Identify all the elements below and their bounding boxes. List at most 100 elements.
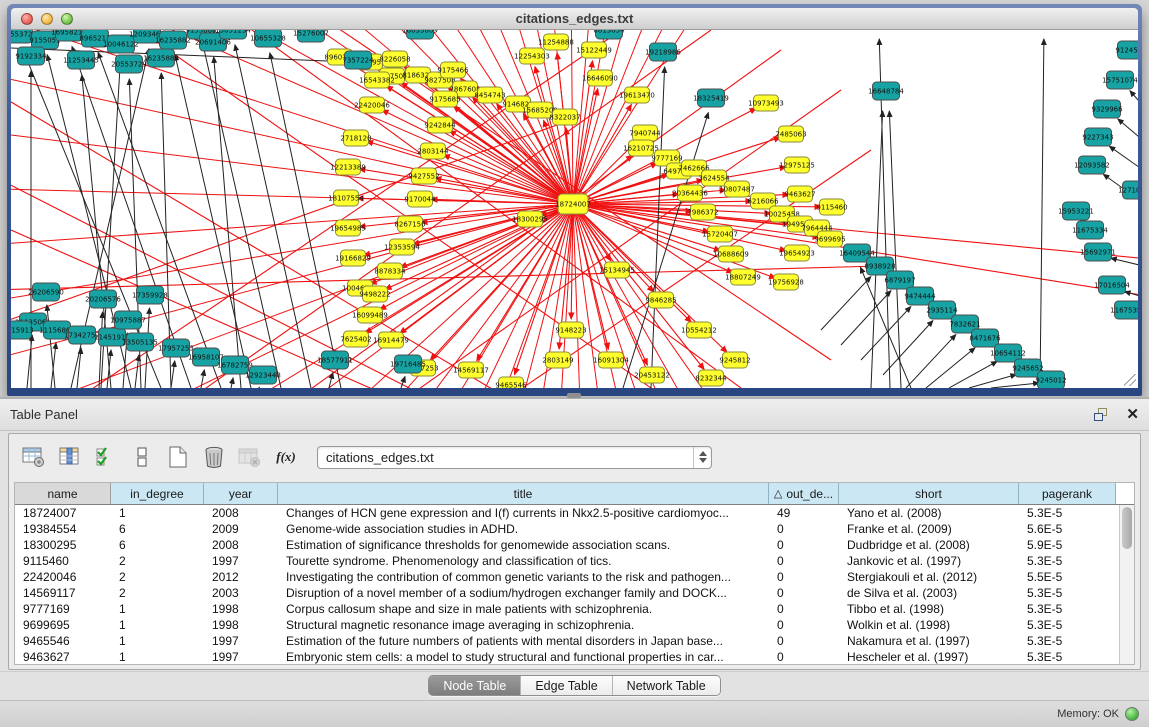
column-header-year[interactable]: year — [204, 483, 278, 504]
graph-node[interactable]: 7940744 — [629, 125, 661, 141]
graph-node[interactable]: 19716485 — [390, 355, 426, 373]
graph-node[interactable]: 18577911 — [317, 351, 353, 369]
graph-node[interactable]: 12254303 — [514, 48, 550, 64]
graph-node[interactable]: 16033809 — [402, 30, 438, 39]
graph-node[interactable]: 8232344 — [695, 370, 727, 386]
graph-node[interactable]: 15953221 — [1058, 202, 1094, 220]
graph-node[interactable]: 18300295 — [512, 211, 548, 227]
graph-node[interactable]: 15751074 — [1102, 71, 1138, 89]
graph-node[interactable]: 18807249 — [725, 269, 761, 285]
graph-node[interactable]: 19166829 — [335, 250, 371, 266]
delete-table-icon[interactable] — [199, 442, 229, 472]
table-row[interactable]: 969969511998Structural magnetic resonanc… — [15, 617, 1134, 633]
graph-node[interactable]: 3915913 — [11, 321, 34, 339]
graph-node[interactable]: 16914479 — [373, 332, 409, 348]
column-header-out_de[interactable]: △out_de... — [769, 483, 839, 504]
graph-node[interactable]: 9245012 — [1035, 371, 1066, 388]
graph-node[interactable]: 8226058 — [379, 51, 410, 67]
graph-node[interactable]: 7986372 — [687, 204, 718, 220]
graph-node[interactable]: 19654923 — [779, 245, 815, 261]
graph-node[interactable]: 8322037 — [549, 109, 580, 125]
graph-node[interactable]: 20453122 — [634, 367, 670, 383]
graph-node[interactable]: 7485063 — [775, 126, 806, 142]
graph-node[interactable]: 7357224 — [342, 51, 374, 69]
column-header-pagerank[interactable]: pagerank — [1019, 483, 1116, 504]
table-row[interactable]: 977716911998Corpus callosum shape and si… — [15, 601, 1134, 617]
graph-node[interactable]: 9175685 — [429, 91, 460, 107]
graph-node[interactable]: 11675334 — [1072, 221, 1108, 239]
graph-node[interactable]: 11675355 — [1110, 301, 1138, 319]
scrollbar-thumb[interactable] — [1122, 507, 1132, 549]
graph-node[interactable]: 12093582 — [1074, 156, 1110, 174]
graph-node[interactable]: 12710354 — [1118, 181, 1138, 199]
table-row[interactable]: 2242004622012Investigating the contribut… — [15, 569, 1134, 585]
graph-node[interactable]: 19654985 — [330, 220, 366, 236]
graph-node[interactable]: 20206576 — [85, 290, 121, 308]
divider-grip-icon[interactable] — [567, 393, 581, 398]
graph-node[interactable]: 18107554 — [328, 190, 364, 206]
graph-node[interactable]: 17016504 — [1094, 276, 1130, 294]
minimize-window-icon[interactable] — [41, 13, 53, 25]
table-select-dropdown[interactable]: citations_edges.txt — [317, 446, 712, 469]
tab-network-table[interactable]: Network Table — [613, 676, 720, 695]
column-visibility-icon[interactable] — [55, 442, 85, 472]
tab-node-table[interactable]: Node Table — [429, 676, 521, 695]
window-titlebar[interactable]: citations_edges.txt — [11, 8, 1138, 30]
graph-node[interactable]: 8267150 — [394, 216, 425, 232]
graph-node[interactable]: 19756928 — [768, 274, 804, 290]
graph-node[interactable]: 9115460 — [816, 199, 847, 215]
graph-node[interactable]: 10688609 — [713, 246, 749, 262]
graph-node[interactable]: 9329966 — [1091, 100, 1123, 118]
function-builder-icon[interactable]: f(x) — [271, 442, 301, 472]
graph-node[interactable]: 14569117 — [453, 362, 489, 378]
network-canvas[interactable]: 1221338918107554196549851916682910046728… — [11, 30, 1138, 388]
graph-node[interactable]: 9846285 — [645, 292, 676, 308]
table-settings-icon[interactable] — [19, 442, 49, 472]
tab-edge-table[interactable]: Edge Table — [521, 676, 612, 695]
graph-node[interactable]: 15122449 — [576, 42, 612, 58]
select-columns-icon[interactable] — [91, 442, 121, 472]
graph-node[interactable]: 12353594 — [384, 239, 420, 255]
graph-node[interactable]: 12923448 — [245, 366, 281, 384]
graph-node[interactable]: 10975887 — [110, 311, 146, 329]
graph-node[interactable]: 12975125 — [779, 157, 815, 173]
graph-node[interactable]: 2718120 — [340, 130, 371, 146]
graph-node[interactable]: 10807487 — [719, 181, 755, 197]
table-row[interactable]: 1872400712008Changes of HCN gene express… — [15, 505, 1134, 521]
graph-node[interactable]: 9170044 — [404, 191, 436, 207]
table-row[interactable]: 946362711997Embryonic stem cells: a mode… — [15, 649, 1134, 665]
graph-node[interactable]: 9227343 — [1082, 128, 1113, 146]
new-table-icon[interactable] — [163, 442, 193, 472]
graph-node[interactable]: 10973493 — [748, 95, 784, 111]
graph-node[interactable]: 9463627 — [784, 186, 815, 202]
graph-node[interactable]: 9124556 — [1115, 41, 1138, 59]
table-row[interactable]: 1456911722003Disruption of a novel membe… — [15, 585, 1134, 601]
graph-node[interactable]: 16648784 — [868, 82, 904, 100]
graph-node[interactable]: 15051234 — [215, 30, 251, 39]
column-header-in_degree[interactable]: in_degree — [111, 483, 204, 504]
graph-node[interactable]: 6879197 — [884, 271, 915, 289]
graph-node[interactable]: 26206590 — [28, 283, 64, 301]
window-resize-grip[interactable] — [1124, 374, 1136, 386]
graph-node[interactable]: 13505135 — [122, 333, 158, 351]
graph-node[interactable]: 16646090 — [582, 70, 618, 86]
graph-node[interactable]: 9427552 — [408, 168, 439, 184]
graph-node[interactable]: 9245812 — [719, 352, 750, 368]
graph-node[interactable]: 9465546 — [495, 377, 527, 388]
column-header-title[interactable]: title — [278, 483, 769, 504]
table-row[interactable]: 1830029562008Estimation of significance … — [15, 537, 1134, 553]
graph-node[interactable]: 20553729 — [111, 55, 147, 73]
table-row[interactable]: 946554611997Estimation of the future num… — [15, 633, 1134, 649]
graph-node[interactable]: 9175466 — [437, 62, 469, 78]
graph-node[interactable]: 8878334 — [374, 263, 406, 279]
graph-node[interactable]: 8454743 — [474, 87, 505, 103]
vertical-scrollbar[interactable] — [1119, 505, 1134, 664]
graph-node[interactable]: 15720407 — [702, 226, 738, 242]
graph-node[interactable]: 9242844 — [424, 117, 456, 133]
graph-node[interactable]: 18724007 — [555, 194, 591, 214]
row-height-icon[interactable] — [127, 442, 157, 472]
graph-node[interactable]: 16235889 — [143, 49, 179, 67]
column-header-short[interactable]: short — [839, 483, 1019, 504]
graph-node[interactable]: 8813054 — [593, 30, 625, 39]
graph-node[interactable]: 18325419 — [693, 89, 729, 107]
